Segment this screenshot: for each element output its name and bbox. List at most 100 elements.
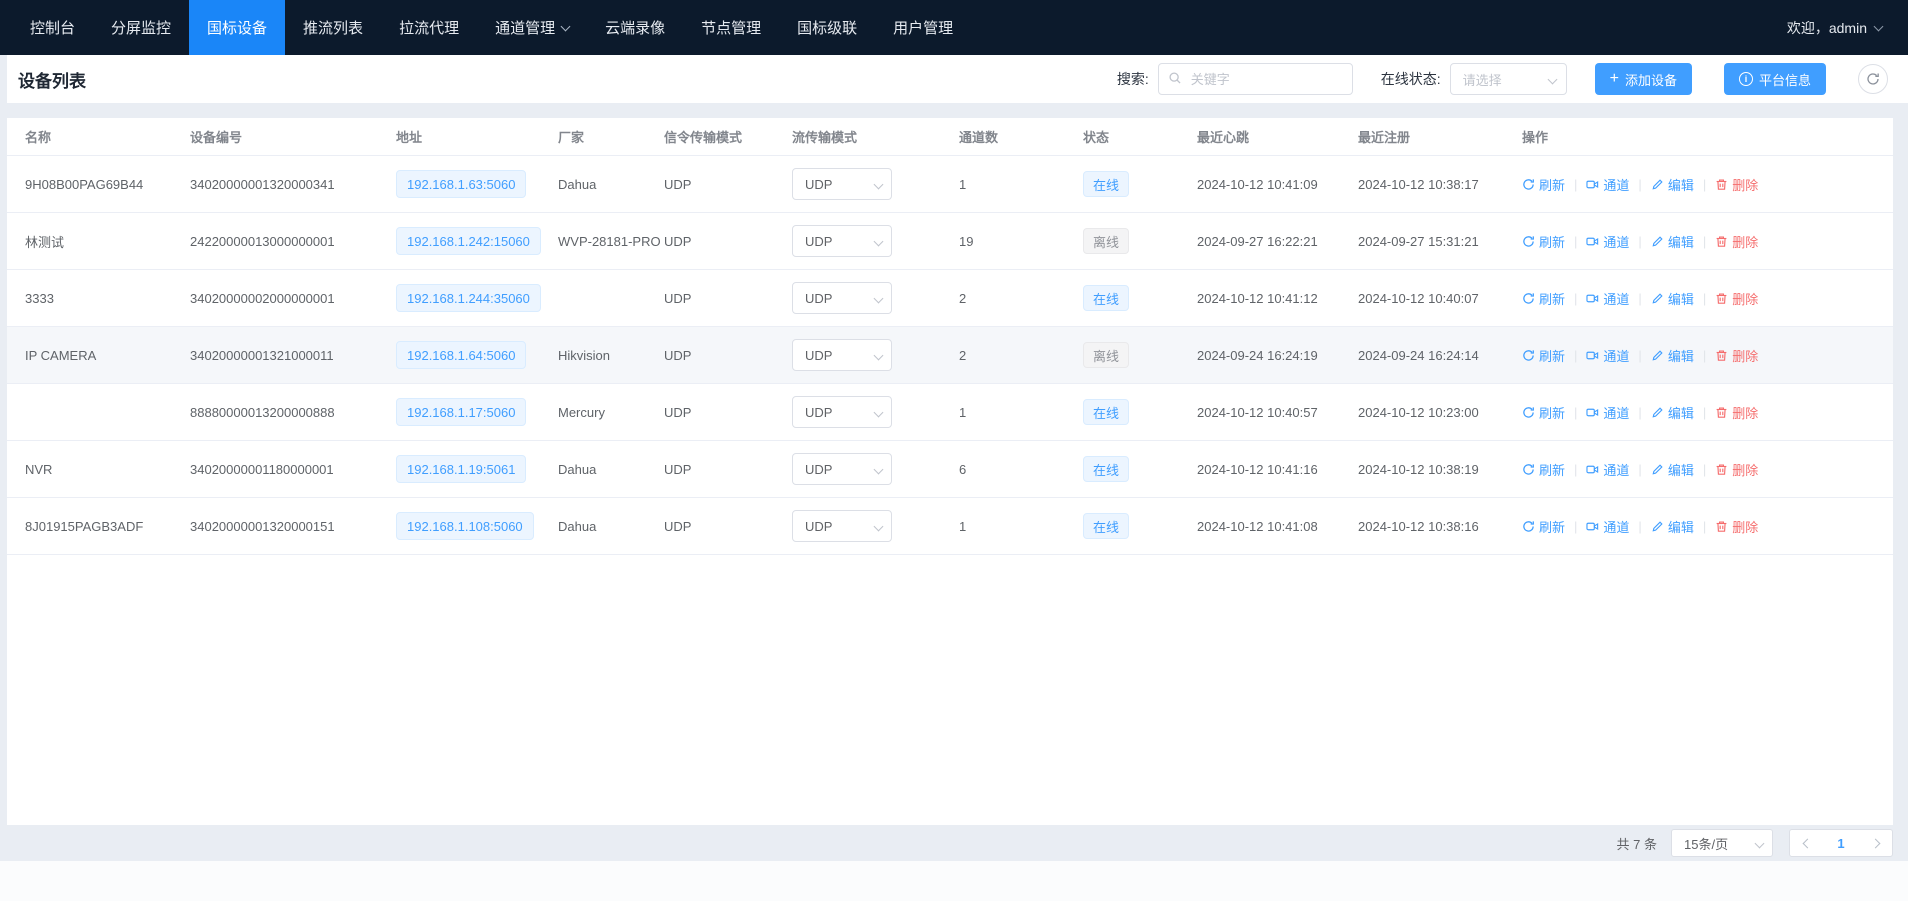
stream-mode-select[interactable]: UDP [792,453,892,485]
refresh-link[interactable]: 刷新 [1522,403,1565,422]
stream-mode-select[interactable]: UDP [792,225,892,257]
delete-link[interactable]: 删除 [1715,460,1758,479]
cell-channels: 19 [959,234,1083,249]
col-channels: 通道数 [959,127,1083,146]
action-divider: | [1703,519,1706,534]
status-badge: 离线 [1083,228,1129,254]
online-status-select[interactable]: 请选择 [1450,63,1567,95]
channel-link[interactable]: 通道 [1586,460,1629,479]
nav-tab-label: 推流列表 [303,17,363,38]
cell-manufacturer: WVP-28181-PRO [558,234,664,249]
cell-actions: 刷新 | 通道 | 编辑 | 删除 [1522,175,1893,194]
address-tag: 192.168.1.17:5060 [396,398,526,426]
nav-tab-8[interactable]: 国标级联 [779,0,875,55]
refresh-link[interactable]: 刷新 [1522,346,1565,365]
nav-tab-9[interactable]: 用户管理 [875,0,971,55]
delete-link[interactable]: 删除 [1715,403,1758,422]
edit-link[interactable]: 编辑 [1651,175,1694,194]
prev-page-button[interactable] [1790,830,1824,856]
stream-mode-select[interactable]: UDP [792,396,892,428]
stream-mode-select[interactable]: UDP [792,510,892,542]
action-divider: | [1574,348,1577,363]
page-size-select[interactable]: 15条/页 [1671,829,1773,857]
nav-tab-2[interactable]: 国标设备 [189,0,285,55]
edit-link[interactable]: 编辑 [1651,346,1694,365]
search-input-wrap [1158,63,1353,95]
search-input[interactable] [1158,63,1353,95]
edit-link[interactable]: 编辑 [1651,517,1694,536]
action-divider: | [1574,519,1577,534]
channel-link[interactable]: 通道 [1586,289,1629,308]
refresh-link[interactable]: 刷新 [1522,289,1565,308]
nav-tab-0[interactable]: 控制台 [12,0,93,55]
table-empty-area [7,555,1893,825]
action-divider: | [1703,348,1706,363]
cell-signal-mode: UDP [664,234,792,249]
stream-mode-select[interactable]: UDP [792,282,892,314]
nav-tab-7[interactable]: 节点管理 [683,0,779,55]
cell-name: NVR [25,462,190,477]
trash-icon [1715,520,1728,533]
refresh-link[interactable]: 刷新 [1522,517,1565,536]
nav-tab-4[interactable]: 拉流代理 [381,0,477,55]
address-tag: 192.168.1.63:5060 [396,170,526,198]
channel-link[interactable]: 通道 [1586,403,1629,422]
stream-mode-select[interactable]: UDP [792,168,892,200]
stream-mode-value: UDP [805,519,832,534]
trash-icon [1715,463,1728,476]
current-page[interactable]: 1 [1824,836,1858,851]
delete-link[interactable]: 删除 [1715,517,1758,536]
edit-link[interactable]: 编辑 [1651,232,1694,251]
cell-heartbeat: 2024-10-12 10:41:08 [1197,519,1358,534]
next-page-button[interactable] [1858,830,1892,856]
cell-address: 192.168.1.19:5061 [396,455,558,483]
toolbar: 设备列表 搜索: 在线状态: 请选择 + 添加设备 i 平台信息 [7,55,1908,103]
page-size-value: 15条/页 [1684,834,1728,853]
channel-link[interactable]: 通道 [1586,175,1629,194]
section-gap [0,103,1908,118]
refresh-link[interactable]: 刷新 [1522,175,1565,194]
edit-link[interactable]: 编辑 [1651,403,1694,422]
chevron-right-icon [1870,838,1880,848]
delete-link[interactable]: 删除 [1715,289,1758,308]
nav-tab-label: 分屏监控 [111,17,171,38]
edit-pencil-icon [1651,178,1664,191]
channel-link[interactable]: 通道 [1586,232,1629,251]
nav-tab-1[interactable]: 分屏监控 [93,0,189,55]
nav-tab-3[interactable]: 推流列表 [285,0,381,55]
cell-actions: 刷新 | 通道 | 编辑 | 删除 [1522,232,1893,251]
stream-mode-select[interactable]: UDP [792,339,892,371]
cell-name: 3333 [25,291,190,306]
nav-tab-5[interactable]: 通道管理 [477,0,587,55]
cell-device-id: 24220000013000000001 [190,234,396,249]
cell-signal-mode: UDP [664,462,792,477]
edit-pencil-icon [1651,463,1664,476]
cell-registered: 2024-10-12 10:38:16 [1358,519,1522,534]
action-divider: | [1703,291,1706,306]
action-divider: | [1638,405,1641,420]
status-badge: 在线 [1083,456,1129,482]
stream-mode-value: UDP [805,405,832,420]
cell-signal-mode: UDP [664,405,792,420]
edit-link[interactable]: 编辑 [1651,289,1694,308]
refresh-link[interactable]: 刷新 [1522,232,1565,251]
nav-tab-label: 国标设备 [207,17,267,38]
refresh-link[interactable]: 刷新 [1522,460,1565,479]
delete-link[interactable]: 删除 [1715,346,1758,365]
user-menu[interactable]: 欢迎，admin [1787,0,1908,55]
channel-link[interactable]: 通道 [1586,346,1629,365]
cell-name: IP CAMERA [25,348,190,363]
channel-link[interactable]: 通道 [1586,517,1629,536]
cell-address: 192.168.1.244:35060 [396,284,558,312]
refresh-page-button[interactable] [1858,64,1888,94]
delete-link[interactable]: 删除 [1715,175,1758,194]
edit-link[interactable]: 编辑 [1651,460,1694,479]
cell-address: 192.168.1.64:5060 [396,341,558,369]
platform-info-button[interactable]: i 平台信息 [1724,63,1826,95]
nav-tab-6[interactable]: 云端录像 [587,0,683,55]
cell-stream-mode: UDP [792,282,959,314]
delete-link[interactable]: 删除 [1715,232,1758,251]
add-device-button[interactable]: + 添加设备 [1595,63,1692,95]
nav-tab-label: 节点管理 [701,17,761,38]
cell-channels: 1 [959,519,1083,534]
